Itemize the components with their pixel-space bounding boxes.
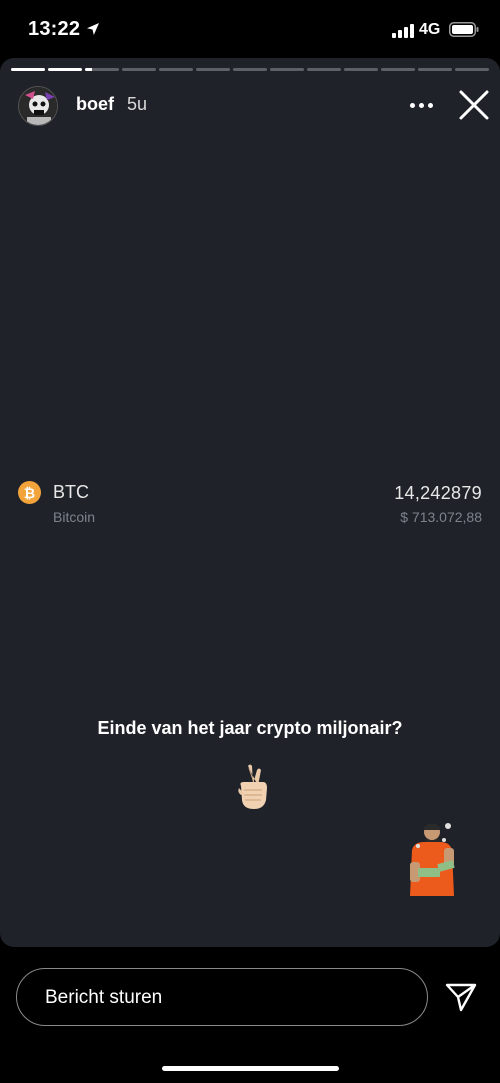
story-card[interactable]: boef 5u ₿ BTC Bitcoin 14,242879 $ 713.07… bbox=[0, 58, 500, 947]
more-horizontal-icon[interactable] bbox=[406, 90, 436, 120]
home-indicator[interactable] bbox=[162, 1066, 339, 1071]
story-progress-bar bbox=[11, 68, 489, 71]
story-progress-segment bbox=[270, 68, 304, 71]
message-input[interactable]: Bericht sturen bbox=[16, 968, 428, 1026]
battery-icon bbox=[449, 22, 479, 37]
story-progress-segment bbox=[48, 68, 82, 71]
crossed-fingers-emoji bbox=[238, 764, 267, 809]
close-icon[interactable] bbox=[456, 87, 492, 123]
status-time: 13:22 bbox=[28, 18, 81, 40]
man-with-money-sticker bbox=[410, 823, 455, 896]
cellular-signal-icon bbox=[392, 24, 414, 38]
story-progress-segment bbox=[196, 68, 230, 71]
story-progress-segment bbox=[455, 68, 489, 71]
crypto-holding-row: ₿ BTC Bitcoin 14,242879 $ 713.072,88 bbox=[0, 478, 500, 528]
story-progress-segment bbox=[233, 68, 267, 71]
story-username[interactable]: boef bbox=[76, 94, 114, 115]
profile-avatar[interactable] bbox=[18, 86, 58, 126]
story-progress-segment bbox=[418, 68, 452, 71]
story-progress-segment bbox=[159, 68, 193, 71]
message-placeholder: Bericht sturen bbox=[45, 987, 163, 1008]
location-arrow-icon bbox=[87, 23, 99, 35]
bitcoin-icon: ₿ bbox=[18, 481, 41, 504]
story-caption: Einde van het jaar crypto miljonair? bbox=[97, 718, 403, 738]
send-paper-plane-icon[interactable] bbox=[444, 980, 478, 1014]
story-progress-segment bbox=[344, 68, 378, 71]
coin-ticker: BTC bbox=[53, 482, 89, 502]
status-bar: 13:22 4G bbox=[0, 0, 500, 58]
story-header: boef 5u bbox=[0, 84, 500, 128]
story-time-ago: 5u bbox=[127, 94, 148, 114]
story-progress-segment bbox=[11, 68, 45, 71]
story-progress-segment bbox=[307, 68, 341, 71]
story-progress-segment bbox=[381, 68, 415, 71]
story-progress-segment bbox=[122, 68, 156, 71]
coin-fiat-value: $ 713.072,88 bbox=[400, 509, 482, 525]
story-progress-segment bbox=[85, 68, 119, 71]
coin-name: Bitcoin bbox=[53, 509, 96, 525]
network-type: 4G bbox=[419, 21, 441, 38]
coin-amount: 14,242879 bbox=[394, 483, 482, 503]
